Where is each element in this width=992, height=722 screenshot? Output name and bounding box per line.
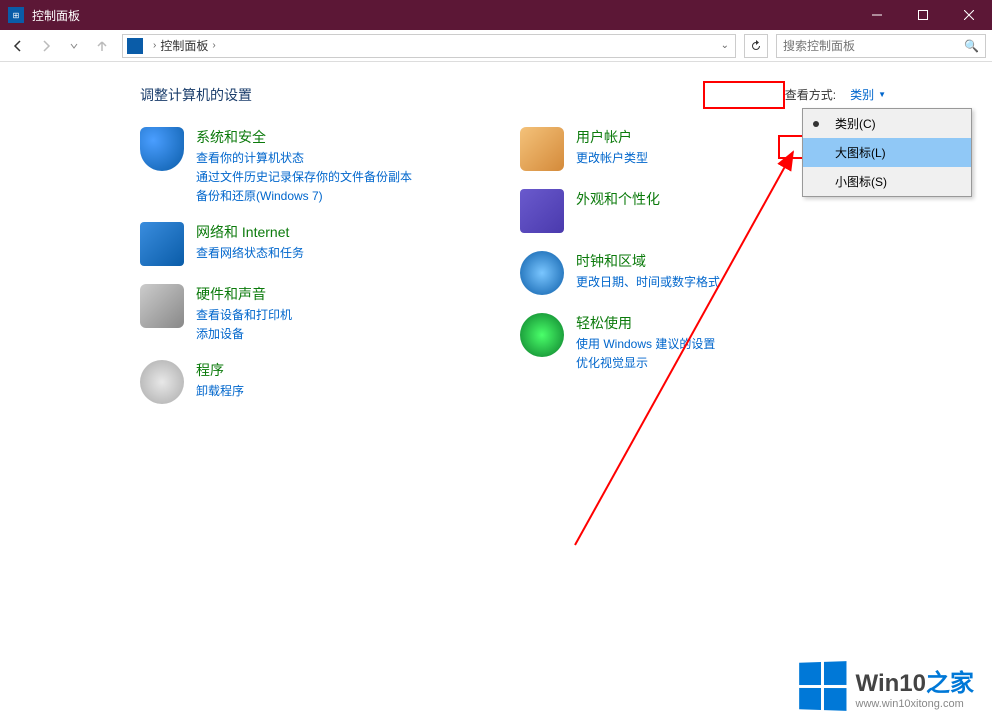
chevron-right-icon: › bbox=[153, 40, 156, 51]
address-bar[interactable]: › 控制面板 › ⌄ bbox=[122, 34, 736, 58]
category-ease-of-access: 轻松使用 使用 Windows 建议的设置 优化视觉显示 bbox=[520, 313, 840, 371]
category-title[interactable]: 硬件和声音 bbox=[196, 284, 292, 304]
clock-icon bbox=[520, 251, 564, 295]
titlebar: ⊞ 控制面板 bbox=[0, 0, 992, 30]
close-button[interactable] bbox=[946, 0, 992, 30]
category-clock-region: 时钟和区域 更改日期、时间或数字格式 bbox=[520, 251, 840, 295]
category-column-right: 用户帐户 更改帐户类型 外观和个性化 时钟和区域 更改日期、时间或数字格式 bbox=[520, 127, 840, 404]
view-selector: 查看方式: 类别 ▼ 类别(C) 大图标(L) 小图标(S) bbox=[777, 82, 892, 107]
monitor-icon bbox=[520, 189, 564, 233]
category-title[interactable]: 外观和个性化 bbox=[576, 189, 660, 209]
category-link[interactable]: 卸载程序 bbox=[196, 382, 244, 399]
search-box[interactable]: 🔍 bbox=[776, 34, 986, 58]
view-dropdown-menu: 类别(C) 大图标(L) 小图标(S) bbox=[802, 108, 972, 197]
up-button[interactable] bbox=[90, 34, 114, 58]
view-option-label: 类别(C) bbox=[835, 117, 876, 131]
category-system-security: 系统和安全 查看你的计算机状态 通过文件历史记录保存你的文件备份副本 备份和还原… bbox=[140, 127, 460, 204]
category-programs: 程序 卸载程序 bbox=[140, 360, 460, 404]
search-input[interactable] bbox=[783, 39, 964, 53]
category-title[interactable]: 时钟和区域 bbox=[576, 251, 720, 271]
globe-icon bbox=[140, 222, 184, 266]
category-link[interactable]: 使用 Windows 建议的设置 bbox=[576, 335, 715, 352]
view-dropdown[interactable]: 类别 ▼ bbox=[844, 82, 892, 107]
toolbar: › 控制面板 › ⌄ 🔍 bbox=[0, 30, 992, 62]
disc-icon bbox=[140, 360, 184, 404]
category-title[interactable]: 网络和 Internet bbox=[196, 222, 304, 242]
category-title[interactable]: 程序 bbox=[196, 360, 244, 380]
watermark: Win10之家 www.win10xitong.com bbox=[798, 662, 974, 710]
category-link[interactable]: 更改日期、时间或数字格式 bbox=[576, 273, 720, 290]
search-icon: 🔍 bbox=[964, 39, 979, 53]
category-link[interactable]: 查看你的计算机状态 bbox=[196, 149, 412, 166]
category-title[interactable]: 用户帐户 bbox=[576, 127, 648, 147]
view-option-label: 小图标(S) bbox=[835, 175, 887, 189]
category-link[interactable]: 查看设备和打印机 bbox=[196, 306, 292, 323]
view-label: 查看方式: bbox=[777, 82, 844, 107]
view-value: 类别 bbox=[850, 86, 874, 103]
category-link[interactable]: 通过文件历史记录保存你的文件备份副本 bbox=[196, 168, 412, 185]
category-hardware-sound: 硬件和声音 查看设备和打印机 添加设备 bbox=[140, 284, 460, 342]
chevron-right-icon: › bbox=[212, 40, 215, 51]
users-icon bbox=[520, 127, 564, 171]
view-option-label: 大图标(L) bbox=[835, 146, 886, 160]
view-option-large-icons[interactable]: 大图标(L) bbox=[803, 138, 971, 167]
category-column-left: 系统和安全 查看你的计算机状态 通过文件历史记录保存你的文件备份副本 备份和还原… bbox=[140, 127, 460, 404]
category-appearance: 外观和个性化 bbox=[520, 189, 840, 233]
minimize-button[interactable] bbox=[854, 0, 900, 30]
content-area: 调整计算机的设置 查看方式: 类别 ▼ 类别(C) 大图标(L) 小图标(S) bbox=[0, 62, 992, 722]
recent-dropdown[interactable] bbox=[62, 34, 86, 58]
windows-logo-icon bbox=[799, 661, 846, 711]
view-option-category[interactable]: 类别(C) bbox=[803, 109, 971, 138]
window-title: 控制面板 bbox=[32, 7, 854, 24]
category-network-internet: 网络和 Internet 查看网络状态和任务 bbox=[140, 222, 460, 266]
chevron-down-icon: ▼ bbox=[878, 90, 886, 99]
maximize-button[interactable] bbox=[900, 0, 946, 30]
category-link[interactable]: 更改帐户类型 bbox=[576, 149, 648, 166]
page-title: 调整计算机的设置 bbox=[140, 85, 777, 105]
app-icon: ⊞ bbox=[8, 7, 24, 23]
category-link[interactable]: 添加设备 bbox=[196, 325, 292, 342]
radio-icon bbox=[813, 121, 819, 127]
printer-icon bbox=[140, 284, 184, 328]
category-link[interactable]: 优化视觉显示 bbox=[576, 354, 715, 371]
refresh-button[interactable] bbox=[744, 34, 768, 58]
shield-icon bbox=[140, 127, 184, 171]
category-user-accounts: 用户帐户 更改帐户类型 bbox=[520, 127, 840, 171]
category-title[interactable]: 轻松使用 bbox=[576, 313, 715, 333]
ease-icon bbox=[520, 313, 564, 357]
category-title[interactable]: 系统和安全 bbox=[196, 127, 412, 147]
window-controls bbox=[854, 0, 992, 30]
watermark-url: www.win10xitong.com bbox=[856, 698, 974, 710]
view-option-small-icons[interactable]: 小图标(S) bbox=[803, 167, 971, 196]
category-link[interactable]: 备份和还原(Windows 7) bbox=[196, 187, 412, 204]
breadcrumb[interactable]: 控制面板 bbox=[160, 37, 208, 54]
watermark-title: Win10之家 bbox=[856, 663, 974, 698]
back-button[interactable] bbox=[6, 34, 30, 58]
address-dropdown-icon[interactable]: ⌄ bbox=[721, 40, 729, 51]
forward-button[interactable] bbox=[34, 34, 58, 58]
control-panel-icon bbox=[127, 38, 143, 54]
category-link[interactable]: 查看网络状态和任务 bbox=[196, 244, 304, 261]
